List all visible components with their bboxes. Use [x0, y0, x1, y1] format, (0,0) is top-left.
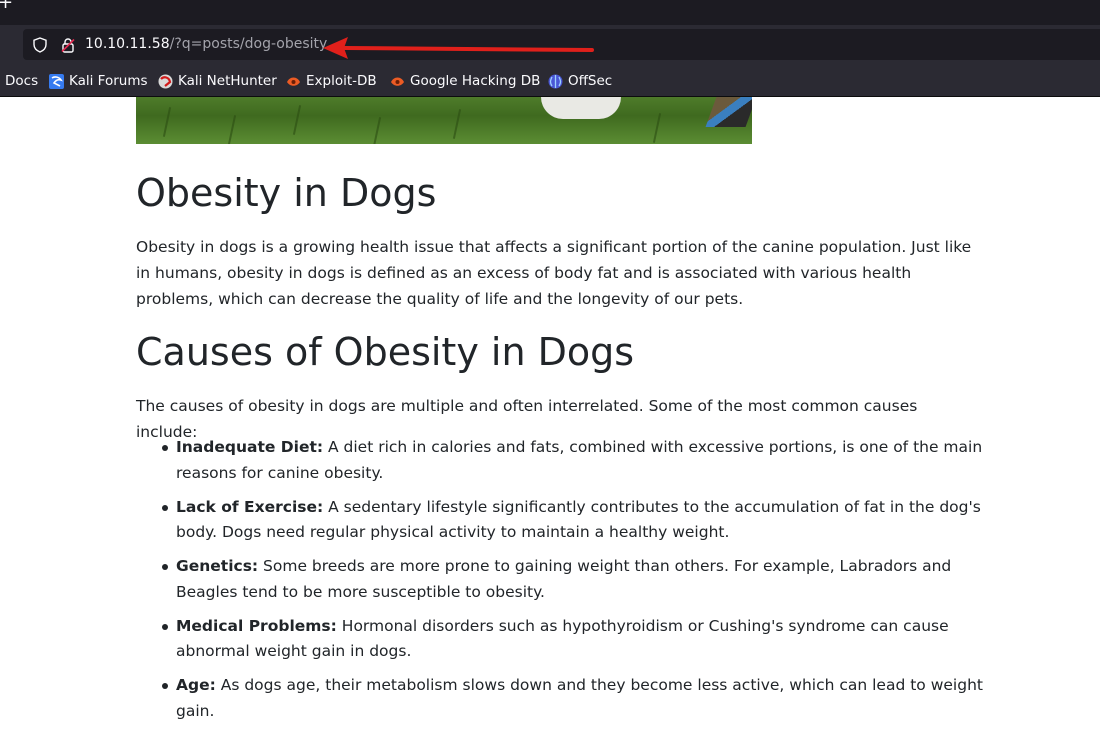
list-item: Age: As dogs age, their metabolism slows… — [136, 673, 986, 724]
article-title: Obesity in Dogs — [136, 171, 437, 215]
list-item: Lack of Exercise: A sedentary lifestyle … — [136, 495, 986, 546]
bookmark-label: Google Hacking DB — [410, 73, 541, 89]
cause-text: As dogs age, their metabolism slows down… — [176, 676, 983, 720]
bookmark-label: OffSec — [568, 73, 613, 89]
cause-text: Some breeds are more prone to gaining we… — [176, 557, 952, 601]
kali-nethunter-icon — [158, 74, 173, 89]
bookmark-exploit-db[interactable]: Exploit-DB — [286, 72, 377, 90]
list-item: Genetics: Some breeds are more prone to … — [136, 554, 986, 605]
ghdb-icon — [390, 74, 405, 89]
bookmarks-toolbar: Docs Kali Forums Kali NetHunter Exploit-… — [0, 65, 1100, 97]
list-item: Medical Problems: Hormonal disorders suc… — [136, 614, 986, 665]
offsec-icon — [548, 74, 563, 89]
bookmark-docs[interactable]: Docs — [5, 72, 38, 90]
bookmark-kali-forums[interactable]: Kali Forums — [49, 72, 148, 90]
url-host: 10.10.11.58 — [85, 36, 170, 52]
cause-term: Inadequate Diet: — [176, 438, 324, 456]
new-tab-button[interactable]: + — [0, 0, 13, 12]
cause-term: Genetics: — [176, 557, 259, 575]
shield-icon[interactable] — [32, 37, 48, 57]
bookmark-google-hacking-db[interactable]: Google Hacking DB — [390, 72, 540, 90]
bookmark-label: Kali NetHunter — [178, 73, 277, 89]
bookmark-kali-nethunter[interactable]: Kali NetHunter — [158, 72, 277, 90]
causes-list: Inadequate Diet: A diet rich in calories… — [136, 435, 986, 733]
article-hero-image — [136, 97, 752, 144]
kali-forums-icon — [49, 73, 64, 89]
list-item: Inadequate Diet: A diet rich in calories… — [136, 435, 986, 486]
cause-term: Medical Problems: — [176, 616, 337, 635]
insecure-lock-icon[interactable] — [60, 37, 76, 57]
url-text[interactable]: 10.10.11.58/?q=posts/dog-obesity — [85, 35, 327, 53]
causes-heading: Causes of Obesity in Dogs — [136, 330, 635, 374]
article-intro: Obesity in dogs is a growing health issu… — [136, 238, 972, 308]
bookmark-label: Kali Forums — [69, 73, 148, 89]
tab-strip: + — [0, 0, 1100, 25]
bookmark-label: Docs — [5, 73, 39, 89]
cause-term: Age: — [176, 676, 216, 694]
bookmark-offsec[interactable]: OffSec — [548, 72, 612, 90]
bookmark-label: Exploit-DB — [306, 73, 377, 89]
cause-term: Lack of Exercise: — [176, 497, 324, 516]
page-content: Obesity in Dogs Obesity in dogs is a gro… — [0, 97, 1100, 742]
url-path: /?q=posts/dog-obesity — [169, 36, 328, 52]
exploit-db-icon — [286, 74, 301, 89]
red-arrow-annotation — [323, 37, 594, 59]
